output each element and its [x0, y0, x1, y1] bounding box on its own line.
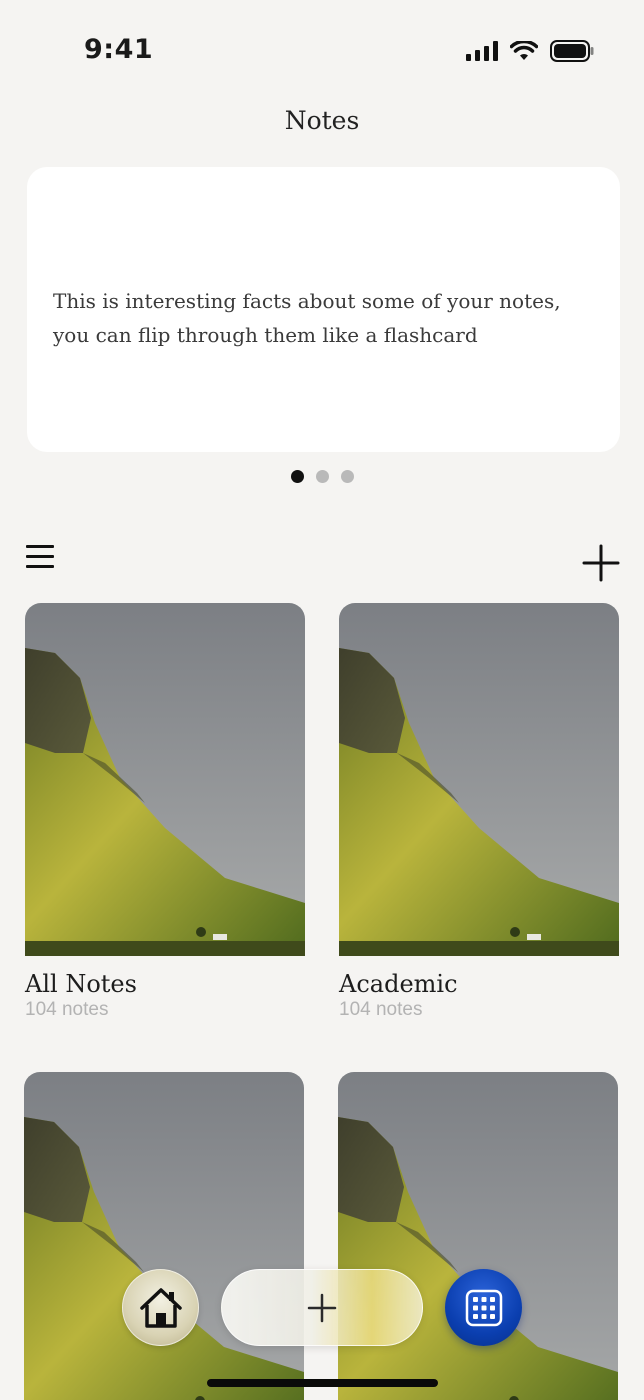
fact-text-line-1: This is interesting facts about some of … — [53, 289, 561, 313]
home-button[interactable] — [122, 1269, 199, 1346]
folder-thumbnail — [339, 603, 619, 956]
page-indicator[interactable] — [0, 470, 644, 483]
folder-tile-academic[interactable]: Academic 104 notes — [339, 603, 619, 1022]
add-folder-button[interactable] — [581, 543, 621, 583]
menu-button[interactable] — [26, 545, 54, 571]
page-dot-3[interactable] — [340, 470, 354, 483]
home-indicator[interactable] — [207, 1379, 438, 1387]
fact-flashcard[interactable]: This is interesting facts about some of … — [27, 167, 620, 452]
page-title: Notes — [284, 106, 360, 135]
battery-icon — [550, 40, 594, 62]
fact-text: This is interesting facts about some of … — [53, 284, 603, 352]
status-time: 9:41 — [84, 34, 154, 65]
status-icons — [466, 40, 594, 62]
folder-name: All Notes — [25, 970, 137, 998]
cellular-signal-icon — [466, 41, 498, 61]
new-note-button[interactable] — [221, 1269, 423, 1346]
status-bar: 9:41 — [0, 0, 644, 100]
grid-view-button[interactable] — [445, 1269, 522, 1346]
folder-count: 104 notes — [339, 999, 423, 1020]
folder-name: Academic — [339, 970, 458, 998]
folder-tile-all-notes[interactable]: All Notes 104 notes — [25, 603, 305, 1022]
grid-icon — [465, 1289, 502, 1326]
page-dot-1[interactable] — [290, 470, 304, 483]
plus-icon — [307, 1293, 337, 1322]
home-icon — [139, 1287, 182, 1328]
wifi-icon — [510, 41, 538, 60]
page-dot-2[interactable] — [315, 470, 329, 483]
fact-text-line-2: you can flip through them like a flashca… — [53, 323, 478, 347]
folder-count: 104 notes — [25, 999, 109, 1020]
folder-thumbnail — [25, 603, 305, 956]
bottom-nav — [0, 1260, 644, 1360]
plus-icon — [582, 544, 620, 582]
